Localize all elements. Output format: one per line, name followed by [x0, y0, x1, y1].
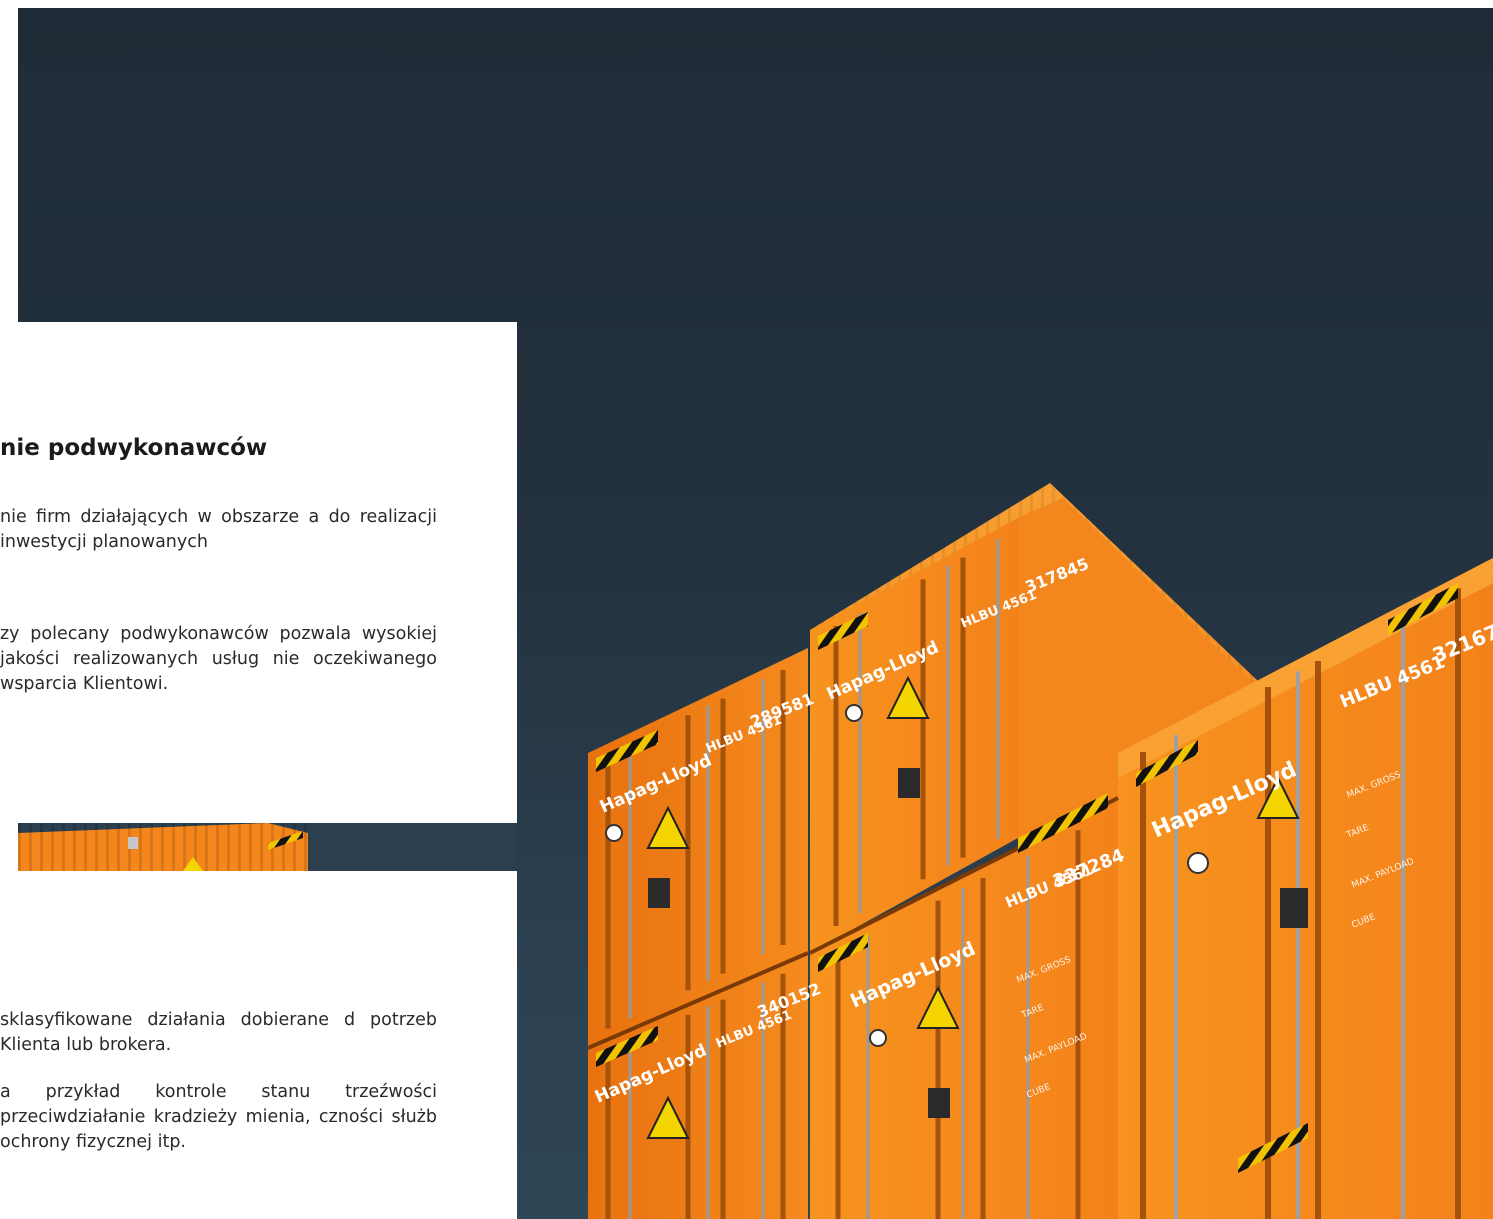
classified-actions-card: sklasyfikowane działania dobierane d pot…: [0, 871, 517, 1219]
thumbnail-rib: [227, 823, 230, 871]
thumbnail-rib: [73, 823, 76, 871]
thumbnail-rib: [293, 823, 296, 871]
subcontractors-title: nie podwykonawców: [0, 435, 268, 461]
subcontractors-card: nie podwykonawców nie firm działających …: [0, 322, 517, 823]
thumbnail-rib: [18, 823, 21, 871]
thumbnail-rib: [40, 823, 43, 871]
subcontractors-paragraph: zy polecany podwykonawców pozwala wysoki…: [0, 624, 437, 694]
thumbnail-rib: [205, 823, 208, 871]
thumbnail-rib: [84, 823, 87, 871]
thumbnail-rib: [304, 823, 307, 871]
thumbnail-rib: [161, 823, 164, 871]
thumbnail-rib: [29, 823, 32, 871]
thumbnail-rib: [51, 823, 54, 871]
thumbnail-rib: [183, 823, 186, 871]
thumbnail-rib: [95, 823, 98, 871]
thumbnail-image-strip: [18, 823, 517, 871]
thumbnail-rib: [172, 823, 175, 871]
thumbnail-rib: [62, 823, 65, 871]
thumbnail-rib: [260, 823, 263, 871]
thumbnail-rib: [106, 823, 109, 871]
thumbnail-rib: [139, 823, 142, 871]
thumbnail-rib: [282, 823, 285, 871]
thumbnail-rib: [150, 823, 153, 871]
classified-actions-paragraph: a przykład kontrole stanu trzeźwości prz…: [0, 1082, 437, 1152]
thumbnail-rib: [117, 823, 120, 871]
thumbnail-rib: [216, 823, 219, 871]
classified-actions-paragraph: sklasyfikowane działania dobierane d pot…: [0, 1010, 437, 1055]
thumbnail-rib: [238, 823, 241, 871]
thumbnail-rib: [249, 823, 252, 871]
subcontractors-paragraph: nie firm działających w obszarze a do re…: [0, 507, 437, 552]
